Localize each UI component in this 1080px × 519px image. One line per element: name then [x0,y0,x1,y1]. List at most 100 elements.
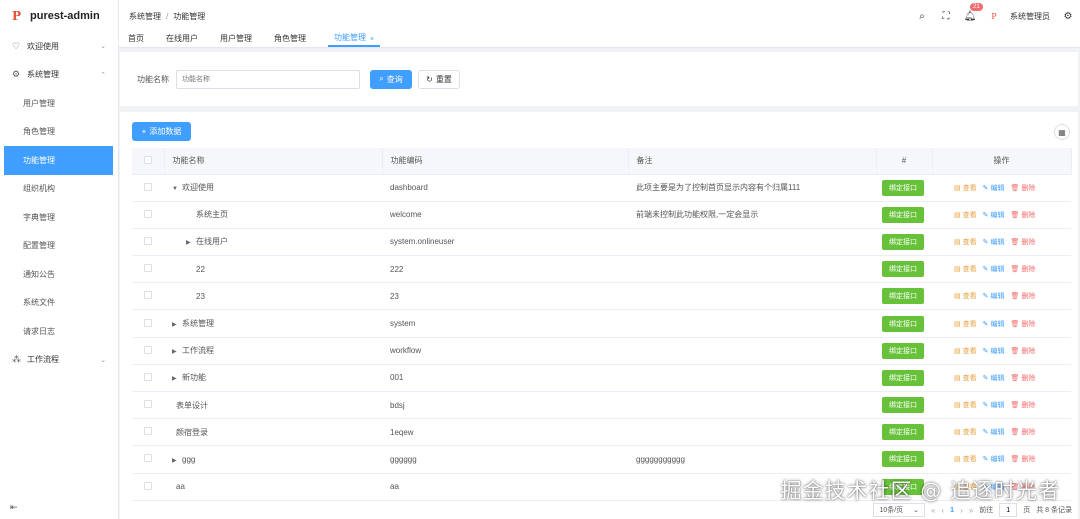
bind-interface-button[interactable]: 绑定接口 [882,342,924,359]
edit-button[interactable]: ✎ 编辑 [983,237,1005,247]
sidebar-subitem[interactable]: 通知公告 [0,260,118,289]
collapse-sidebar-icon[interactable]: ⇤ [10,502,18,513]
tab-item[interactable]: 首页 [128,31,155,47]
delete-button[interactable]: 🗑︎ 删除 [1011,210,1036,220]
first-page-icon[interactable]: « [931,506,935,515]
sidebar-subitem[interactable]: 系统文件 [0,289,118,318]
last-page-icon[interactable]: » [969,506,973,515]
delete-button[interactable]: 🗑︎ 删除 [1011,427,1036,437]
table-row[interactable]: ▶ 在线用户 system.onlineuser 绑定接口 ▤ 查看 ✎ 编辑 🗑︎ 删除 [132,228,1071,257]
expand-caret-icon[interactable]: ▶ [172,348,182,355]
sidebar-item-welcome[interactable]: ♡ 欢迎使用 ⌄ [0,32,118,61]
delete-button[interactable]: 🗑︎ 删除 [1011,373,1036,383]
tab-item[interactable]: 用户管理 [220,31,263,47]
sidebar-subitem[interactable]: 功能管理 [4,146,113,175]
delete-button[interactable]: 🗑︎ 删除 [1011,183,1036,193]
view-button[interactable]: ▤ 查看 [954,291,977,301]
breadcrumb-item[interactable]: 系统管理 [129,11,161,22]
sidebar-item-system[interactable]: ⚙ 系统管理 ⌃ [0,61,118,90]
delete-button[interactable]: 🗑︎ 删除 [1011,454,1036,464]
delete-button[interactable]: 🗑︎ 删除 [1011,400,1036,410]
edit-button[interactable]: ✎ 编辑 [983,264,1005,274]
row-checkbox[interactable] [132,255,164,284]
expand-caret-icon[interactable]: ▶ [186,239,196,246]
row-checkbox[interactable] [132,418,164,447]
expand-caret-icon[interactable]: ▶ [172,375,182,382]
row-checkbox[interactable] [132,364,164,393]
row-checkbox[interactable] [132,473,164,501]
sidebar-subitem[interactable]: 组织机构 [0,175,118,204]
close-icon[interactable]: × [370,36,374,43]
table-row[interactable]: ▼ 欢迎使用 dashboard 此项主要是为了控制首页显示内容有个归属111 绑定接口… [132,174,1071,202]
page-size-select[interactable]: 10条/页 ⌄ [873,503,926,517]
edit-button[interactable]: ✎ 编辑 [983,373,1005,383]
delete-button[interactable]: 🗑︎ 删除 [1011,237,1036,247]
bind-interface-button[interactable]: 绑定接口 [882,206,924,223]
table-row[interactable]: 表单设计 bdsj 绑定接口 ▤ 查看 ✎ 编辑 🗑︎ 删除 [132,391,1071,420]
edit-button[interactable]: ✎ 编辑 [983,427,1005,437]
table-row[interactable]: ▶ 系统管理 system 绑定接口 ▤ 查看 ✎ 编辑 🗑︎ 删除 [132,309,1071,338]
delete-button[interactable]: 🗑︎ 删除 [1011,319,1036,329]
table-row[interactable]: ▶ ggg gggggg ggggggggggg 绑定接口 ▤ 查看 ✎ 编辑 🗑︎ 删除 [132,445,1071,474]
row-checkbox[interactable] [132,201,164,229]
delete-button[interactable]: 🗑︎ 删除 [1011,291,1036,301]
current-page[interactable]: 1 [950,507,954,514]
bind-interface-button[interactable]: 绑定接口 [882,397,924,414]
row-checkbox[interactable] [132,337,164,365]
prev-page-icon[interactable]: ‹ [942,506,945,515]
edit-button[interactable]: ✎ 编辑 [983,400,1005,410]
bind-interface-button[interactable]: 绑定接口 [882,315,924,332]
edit-button[interactable]: ✎ 编辑 [983,319,1005,329]
bind-interface-button[interactable]: 绑定接口 [882,261,924,278]
goto-page-input[interactable] [999,503,1018,517]
view-button[interactable]: ▤ 查看 [954,346,977,356]
bind-interface-button[interactable]: 绑定接口 [882,451,924,468]
table-row[interactable]: ▶ 工作流程 workflow 绑定接口 ▤ 查看 ✎ 编辑 🗑︎ 删除 [132,337,1071,365]
view-button[interactable]: ▤ 查看 [954,319,977,329]
edit-button[interactable]: ✎ 编辑 [983,346,1005,356]
row-checkbox[interactable] [132,445,164,474]
sidebar-subitem[interactable]: 请求日志 [0,317,118,346]
table-row[interactable]: 颜宿登录 1eqew 绑定接口 ▤ 查看 ✎ 编辑 🗑︎ 删除 [132,418,1071,447]
bind-interface-button[interactable]: 绑定接口 [882,288,924,305]
table-row[interactable]: 系统主页 welcome 前端未控制此功能权限,一定会显示 绑定接口 ▤ 查看 ✎ 编辑 🗑︎ 删… [132,201,1071,229]
user-name[interactable]: 系统管理员 [1010,11,1050,22]
sidebar-subitem[interactable]: 用户管理 [0,89,118,118]
view-button[interactable]: ▤ 查看 [954,183,977,193]
add-data-button[interactable]: + 添加数据 [132,122,191,141]
bell-icon[interactable]: 🔔︎ 21 [958,2,983,22]
bind-interface-button[interactable]: 绑定接口 [882,179,924,196]
table-row[interactable]: 23 23 绑定接口 ▤ 查看 ✎ 编辑 🗑︎ 删除 [132,282,1071,311]
row-checkbox[interactable] [132,228,164,257]
expand-caret-icon[interactable]: ▶ [172,321,182,328]
settings-gear-icon[interactable]: ⚙ [1056,11,1080,22]
bind-interface-button[interactable]: 绑定接口 [882,369,924,386]
view-button[interactable]: ▤ 查看 [954,400,977,410]
view-button[interactable]: ▤ 查看 [954,427,977,437]
view-button[interactable]: ▤ 查看 [954,237,977,247]
tab-item[interactable]: 功能管理 × [328,31,381,47]
reset-button[interactable]: ↻ 重置 [418,69,460,89]
expand-caret-icon[interactable]: ▼ [172,186,182,192]
sidebar-item-workflow[interactable]: ⁂ 工作流程 ⌄ [0,346,118,375]
row-checkbox[interactable] [132,282,164,311]
column-settings-icon[interactable]: ▦ [1054,124,1070,140]
sidebar-subitem[interactable]: 配置管理 [0,232,118,261]
view-button[interactable]: ▤ 查看 [954,210,977,220]
sidebar-subitem[interactable]: 字典管理 [0,203,118,232]
row-checkbox[interactable] [132,174,164,202]
next-page-icon[interactable]: › [960,506,963,515]
fullscreen-icon[interactable]: ⛶ [934,11,958,22]
tab-item[interactable]: 角色管理 [274,31,317,47]
sidebar-subitem[interactable]: 角色管理 [0,118,118,147]
delete-button[interactable]: 🗑︎ 删除 [1011,264,1036,274]
expand-caret-icon[interactable]: ▶ [172,457,182,464]
edit-button[interactable]: ✎ 编辑 [983,291,1005,301]
search-button[interactable]: ⌕ 查询 [370,69,412,89]
row-checkbox[interactable] [132,309,164,338]
select-all-checkbox[interactable] [132,148,165,175]
table-row[interactable]: ▶ 新功能 001 绑定接口 ▤ 查看 ✎ 编辑 🗑︎ 删除 [132,364,1071,393]
view-button[interactable]: ▤ 查看 [954,454,977,464]
edit-button[interactable]: ✎ 编辑 [983,183,1005,193]
tab-item[interactable]: 在线用户 [166,31,209,47]
